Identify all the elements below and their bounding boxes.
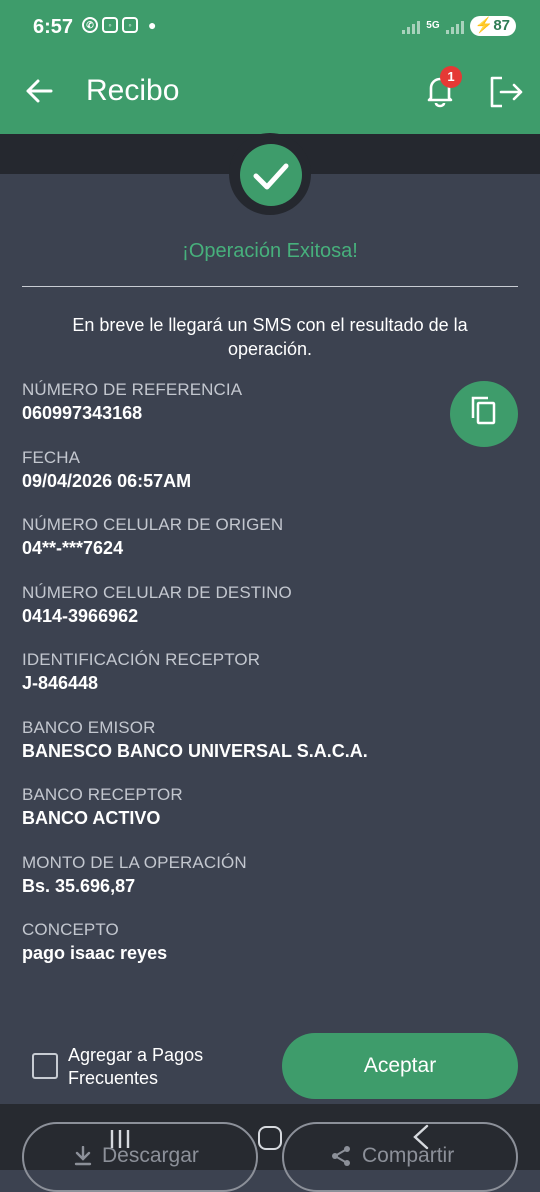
share-icon: [332, 1146, 350, 1166]
battery-icon: ⚡: [474, 17, 494, 34]
back-arrow-icon[interactable]: [22, 74, 56, 108]
origin-phone-value: 04**-***7624: [22, 538, 124, 558]
accept-button[interactable]: Aceptar: [282, 1033, 518, 1099]
issuing-bank-label: BANCO EMISOR: [22, 718, 156, 737]
divider: [22, 286, 518, 287]
date-value: 09/04/2026 06:57AM: [22, 471, 192, 491]
success-title: ¡Operación Exitosa!: [182, 240, 358, 262]
share-label: Compartir: [362, 1144, 455, 1167]
reference-number-value: 060997343168: [22, 403, 143, 423]
instagram-icon: ◦: [122, 17, 138, 33]
date-label: FECHA: [22, 448, 81, 467]
more-notifications-dot: ●: [148, 17, 157, 33]
instagram-icon: ◦: [102, 17, 118, 33]
issuing-bank-value: BANESCO BANCO UNIVERSAL S.A.C.A.: [22, 741, 368, 761]
destination-phone-value: 0414-3966962: [22, 606, 139, 626]
whatsapp-icon: ✆: [82, 17, 98, 33]
origin-phone-label: NÚMERO CELULAR DE ORIGEN: [22, 515, 284, 534]
reference-number-label: NÚMERO DE REFERENCIA: [22, 380, 243, 399]
add-frequent-checkbox[interactable]: [32, 1053, 58, 1079]
status-bar: 6:57 ✆ ◦ ◦ ● 5G ⚡87: [0, 0, 540, 56]
status-time: 6:57: [33, 16, 74, 38]
network-type: 5G: [426, 20, 440, 31]
receiving-bank-label: BANCO RECEPTOR: [22, 785, 183, 804]
amount-value: Bs. 35.696,87: [22, 876, 136, 896]
back-nav-icon[interactable]: [410, 1124, 432, 1150]
success-badge: [240, 144, 302, 206]
receiving-bank-value: BANCO ACTIVO: [22, 808, 161, 828]
signal-icon: [402, 18, 421, 34]
checkmark-icon: [253, 163, 289, 190]
copy-icon: [471, 396, 496, 425]
share-button[interactable]: Compartir: [282, 1122, 518, 1192]
receiver-id-value: J-846448: [22, 673, 99, 693]
concept-label: CONCEPTO: [22, 920, 119, 939]
recents-nav-icon[interactable]: [108, 1128, 132, 1150]
download-button[interactable]: Descargar: [22, 1122, 258, 1192]
download-icon: [74, 1146, 92, 1166]
page-title: Recibo: [86, 74, 180, 107]
app-bar: Recibo 1: [0, 56, 540, 134]
copy-button[interactable]: [450, 381, 518, 447]
home-nav-icon[interactable]: [258, 1126, 282, 1150]
battery-level: 87: [493, 17, 510, 34]
logout-icon[interactable]: [486, 72, 526, 112]
sms-notice: En breve le llegará un SMS con el result…: [72, 315, 468, 359]
notification-badge: 1: [440, 66, 462, 88]
concept-value: pago isaac reyes: [22, 943, 168, 963]
add-frequent-label[interactable]: Agregar a Pagos Frecuentes: [68, 1044, 268, 1090]
destination-phone-label: NÚMERO CELULAR DE DESTINO: [22, 583, 292, 602]
battery-indicator: ⚡87: [469, 16, 516, 36]
signal-icon: [445, 18, 464, 34]
status-system-icons: 5G ⚡87: [402, 16, 516, 36]
receiver-id-label: IDENTIFICACIÓN RECEPTOR: [22, 650, 261, 669]
status-notification-icons: ✆ ◦ ◦ ●: [82, 17, 156, 33]
amount-label: MONTO DE LA OPERACIÓN: [22, 853, 247, 872]
